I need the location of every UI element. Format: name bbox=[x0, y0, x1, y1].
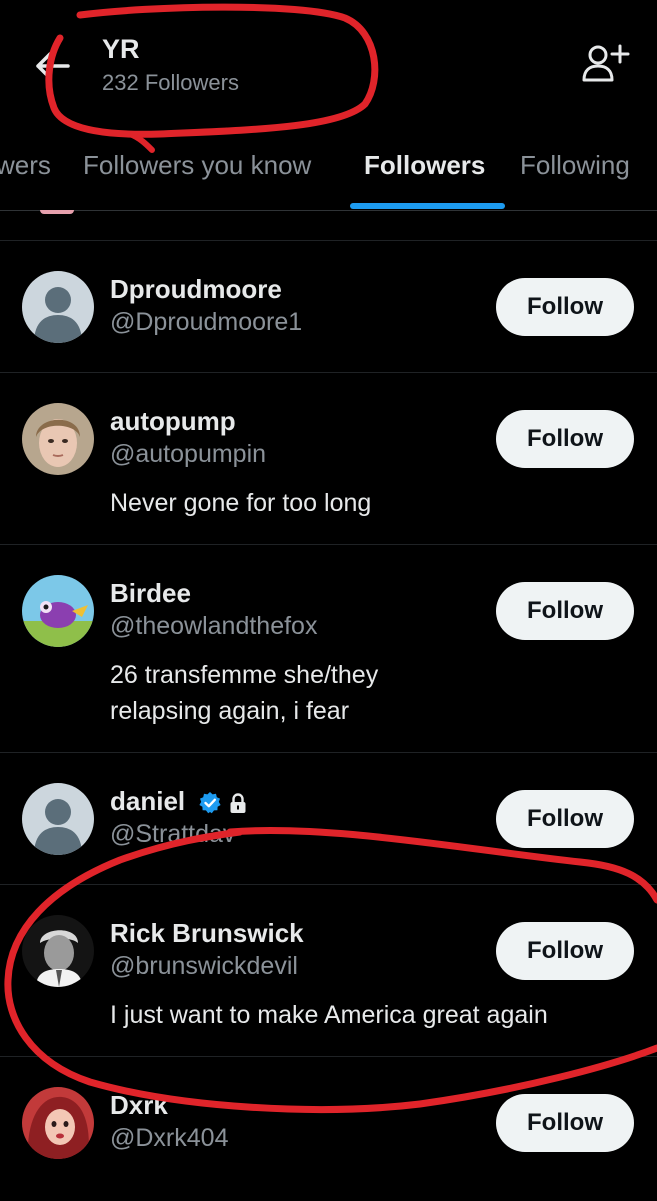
follow-button[interactable]: Follow bbox=[496, 790, 634, 848]
follow-button[interactable]: Follow bbox=[496, 1094, 634, 1152]
follow-button[interactable]: Follow bbox=[496, 922, 634, 980]
user-bio: I just want to make America great again bbox=[110, 1001, 548, 1029]
follow-button[interactable]: Follow bbox=[496, 410, 634, 468]
tab-followers[interactable]: Followers bbox=[364, 150, 485, 181]
avatar[interactable] bbox=[22, 1087, 94, 1159]
user-handle[interactable]: @theowlandthefox bbox=[110, 612, 317, 641]
tab-bar: wers Followers you know Followers Follow… bbox=[0, 130, 657, 211]
arrow-left-icon bbox=[36, 52, 70, 80]
profile-photo bbox=[22, 575, 94, 647]
tab-following[interactable]: Following bbox=[520, 150, 630, 181]
user-handle[interactable]: @Strattdav bbox=[110, 820, 235, 849]
avatar[interactable] bbox=[22, 783, 94, 855]
avatar[interactable] bbox=[22, 915, 94, 987]
user-handle[interactable]: @brunswickdevil bbox=[110, 952, 298, 981]
list-item[interactable]: daniel @Strattdav Follow bbox=[0, 752, 657, 885]
user-handle[interactable]: @Dxrk404 bbox=[110, 1124, 228, 1153]
list-item[interactable]: Dxrk @Dxrk404 Follow bbox=[0, 1056, 657, 1201]
page-title: YR bbox=[102, 34, 140, 64]
default-avatar-icon bbox=[22, 783, 94, 855]
list-item[interactable]: Rick Brunswick @brunswickdevil I just wa… bbox=[0, 884, 657, 1057]
tab-followers-you-know[interactable]: Followers you know bbox=[83, 150, 311, 181]
user-bio: Never gone for too long bbox=[110, 489, 372, 517]
follow-button[interactable]: Follow bbox=[496, 278, 634, 336]
avatar[interactable] bbox=[22, 575, 94, 647]
tab-verified-followers[interactable]: wers bbox=[0, 150, 51, 181]
profile-photo bbox=[22, 403, 94, 475]
display-name[interactable]: daniel bbox=[110, 786, 185, 816]
back-button[interactable] bbox=[30, 44, 74, 88]
profile-photo bbox=[22, 915, 94, 987]
display-name[interactable]: autopump bbox=[110, 406, 236, 437]
add-user-icon bbox=[582, 44, 630, 82]
follow-button[interactable]: Follow bbox=[496, 582, 634, 640]
default-avatar-icon bbox=[22, 271, 94, 343]
active-tab-indicator bbox=[350, 203, 505, 209]
user-bio-line-1: 26 transfemme she/they bbox=[110, 661, 379, 689]
previous-avatar-edge bbox=[40, 210, 74, 214]
lock-icon bbox=[230, 793, 246, 814]
user-bio-line-2: relapsing again, i fear bbox=[110, 697, 350, 725]
display-name[interactable]: Rick Brunswick bbox=[110, 918, 304, 949]
top-bar: YR 232 Followers bbox=[0, 0, 657, 130]
verified-badge-icon[interactable] bbox=[198, 791, 222, 815]
list-item[interactable]: Birdee @theowlandthefox 26 transfemme sh… bbox=[0, 544, 657, 753]
profile-photo bbox=[22, 1087, 94, 1159]
display-name-group[interactable]: daniel bbox=[110, 786, 248, 817]
user-handle[interactable]: @Dproudmoore1 bbox=[110, 308, 302, 337]
list-item[interactable]: Dproudmoore @Dproudmoore1 Follow bbox=[0, 240, 657, 373]
display-name[interactable]: Birdee bbox=[110, 578, 191, 609]
user-handle[interactable]: @autopumpin bbox=[110, 440, 266, 469]
display-name[interactable]: Dxrk bbox=[110, 1090, 168, 1121]
followers-count: 232 Followers bbox=[102, 70, 239, 95]
add-user-button[interactable] bbox=[578, 40, 630, 88]
list-item[interactable]: autopump @autopumpin Never gone for too … bbox=[0, 372, 657, 545]
avatar[interactable] bbox=[22, 403, 94, 475]
account-badges bbox=[198, 791, 248, 815]
avatar[interactable] bbox=[22, 271, 94, 343]
display-name[interactable]: Dproudmoore bbox=[110, 274, 282, 305]
